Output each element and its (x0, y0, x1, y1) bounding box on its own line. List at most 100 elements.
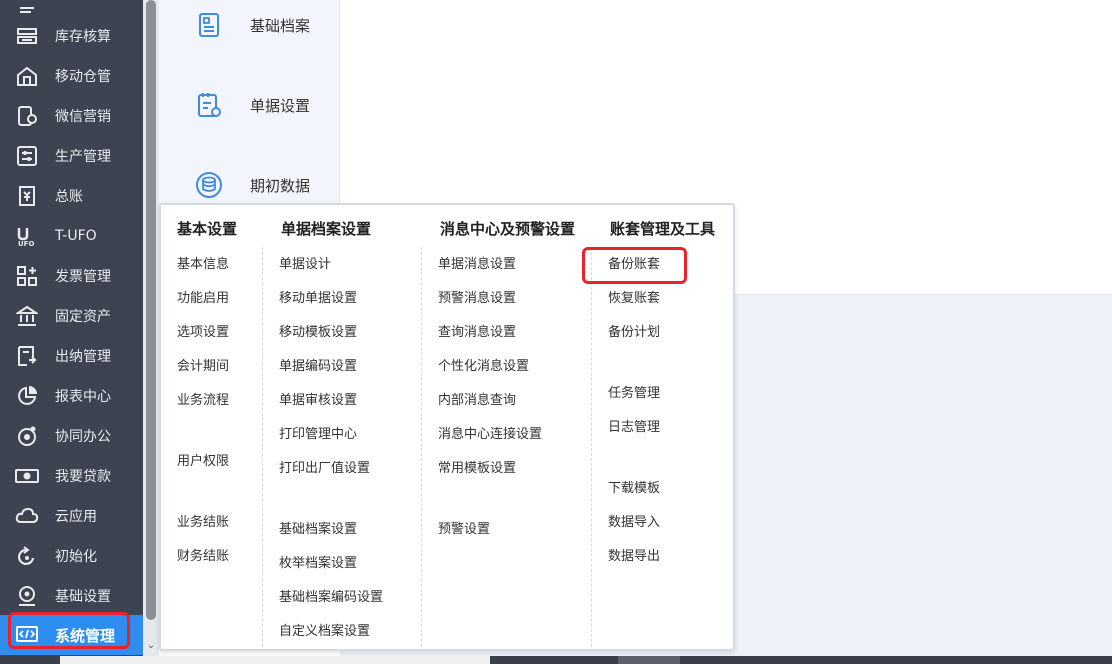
menu-item[interactable]: 打印出厂值设置 (279, 457, 370, 476)
wechat-marketing-icon (15, 104, 39, 128)
menu-item[interactable]: 功能启用 (177, 287, 229, 306)
sidebar: 库存核算 移动仓管 微信营销 生产管理 总账 UFO T-UFO 发票管理 固定… (0, 0, 143, 656)
document-icon (195, 11, 223, 39)
panel-item-opening-data[interactable]: 期初数据 (159, 165, 340, 205)
sidebar-item-label: 报表中心 (55, 389, 111, 405)
menu-item[interactable]: 自定义档案设置 (279, 620, 370, 639)
menu-item[interactable]: 内部消息查询 (438, 389, 516, 408)
panel-item-form-settings[interactable]: 单据设置 (159, 85, 340, 125)
sidebar-item-label: 基础设置 (55, 589, 111, 605)
panel-item-label: 基础档案 (250, 16, 311, 35)
menu-item[interactable]: 基础档案编码设置 (279, 586, 383, 605)
menu-item[interactable]: 任务管理 (608, 382, 660, 401)
svg-text:UFO: UFO (18, 240, 34, 247)
app-root: 库存核算 移动仓管 微信营销 生产管理 总账 UFO T-UFO 发票管理 固定… (0, 0, 1112, 664)
sidebar-item-label: 初始化 (55, 549, 97, 565)
pie-chart-icon (15, 384, 39, 408)
menu-item[interactable]: 备份计划 (608, 321, 660, 340)
sidebar-item-basic-settings[interactable]: 基础设置 (0, 576, 143, 616)
refresh-icon (15, 544, 39, 568)
sidebar-item-mobile-warehouse[interactable]: 移动仓管 (0, 56, 143, 96)
sidebar-item-wechat[interactable]: 微信营销 (0, 96, 143, 136)
panel-item-label: 期初数据 (250, 176, 311, 195)
column-divider (591, 247, 592, 647)
cashier-icon (15, 344, 39, 368)
menu-item[interactable]: 单据消息设置 (438, 253, 516, 272)
ufo-icon: UFO (15, 224, 39, 248)
menu-item[interactable]: 基础档案设置 (279, 518, 357, 537)
menu-item[interactable]: 预警消息设置 (438, 287, 516, 306)
bottom-bar-segment (618, 656, 680, 664)
sidebar-item-invoice[interactable]: 发票管理 (0, 256, 143, 296)
menu-item[interactable]: 查询消息设置 (438, 321, 516, 340)
sidebar-item-fixed-assets[interactable]: 固定资产 (0, 296, 143, 336)
sidebar-item-inventory[interactable]: 库存核算 (0, 16, 143, 56)
invoice-icon (15, 264, 39, 288)
sidebar-item-ledger[interactable]: 总账 (0, 176, 143, 216)
panel-item-basic-archive[interactable]: 基础档案 (159, 5, 340, 45)
sidebar-item-cashier[interactable]: 出纳管理 (0, 336, 143, 376)
inventory-icon (15, 24, 39, 48)
column-title: 单据档案设置 (281, 220, 372, 238)
menu-item[interactable]: 数据导入 (608, 511, 660, 530)
sidebar-item-t-ufo[interactable]: UFO T-UFO (0, 216, 143, 256)
menu-item[interactable]: 下载模板 (608, 477, 660, 496)
menu-item[interactable]: 单据设计 (279, 253, 331, 272)
form-settings-icon (195, 91, 223, 119)
cloud-icon (15, 504, 39, 528)
highlight-box-system-management (8, 612, 130, 649)
menu-item[interactable]: 恢复账套 (608, 287, 660, 306)
sidebar-item-label: 出纳管理 (55, 349, 111, 365)
column-divider (262, 247, 263, 647)
column-title: 基本设置 (177, 220, 238, 238)
sidebar-scroll-thumb[interactable] (146, 0, 156, 620)
column-title: 账套管理及工具 (610, 220, 716, 238)
menu-item[interactable]: 移动单据设置 (279, 287, 357, 306)
menu-column-document-archive: 单据档案设置 单据设计 移动单据设置 移动模板设置 单据编码设置 单据审核设置 … (279, 205, 421, 651)
menu-item[interactable]: 用户权限 (177, 450, 229, 469)
menu-item[interactable]: 单据审核设置 (279, 389, 357, 408)
collaboration-icon (15, 424, 39, 448)
menu-item[interactable]: 业务流程 (177, 389, 229, 408)
scroll-down-arrow-icon[interactable]: ⌄ (146, 640, 156, 652)
menu-item[interactable]: 财务结账 (177, 545, 229, 564)
menu-item[interactable]: 个性化消息设置 (438, 355, 529, 374)
menu-item[interactable]: 数据导出 (608, 545, 660, 564)
sidebar-item-label: 生产管理 (55, 149, 111, 165)
sidebar-item-reports[interactable]: 报表中心 (0, 376, 143, 416)
menu-item[interactable]: 选项设置 (177, 321, 229, 340)
highlight-box-backup-account (582, 247, 687, 284)
menu-item[interactable]: 基本信息 (177, 253, 229, 272)
menu-item[interactable]: 单据编码设置 (279, 355, 357, 374)
menu-item[interactable]: 枚举档案设置 (279, 552, 357, 571)
menu-item[interactable]: 打印管理中心 (279, 423, 357, 442)
sidebar-item-loan[interactable]: 我要贷款 (0, 456, 143, 496)
sidebar-item-label: 云应用 (55, 509, 97, 525)
settings-icon (15, 584, 39, 608)
sidebar-item-cloud[interactable]: 云应用 (0, 496, 143, 536)
menu-item[interactable]: 移动模板设置 (279, 321, 357, 340)
mobile-warehouse-icon (15, 64, 39, 88)
sidebar-item-label: T-UFO (55, 228, 97, 244)
sidebar-item-production[interactable]: 生产管理 (0, 136, 143, 176)
menu-item[interactable]: 会计期间 (177, 355, 229, 374)
menu-item[interactable]: 常用模板设置 (438, 457, 516, 476)
bottom-bar (0, 656, 1112, 664)
sidebar-item-label: 总账 (55, 189, 83, 205)
menu-item[interactable]: 预警设置 (438, 518, 490, 537)
menu-item[interactable]: 业务结账 (177, 511, 229, 530)
menu-column-basic-settings: 基本设置 基本信息 功能启用 选项设置 会计期间 业务流程 用户权限 业务结账 … (177, 205, 262, 651)
production-icon (15, 144, 39, 168)
menu-item[interactable]: 日志管理 (608, 416, 660, 435)
sidebar-item-label: 固定资产 (55, 309, 111, 325)
sidebar-item-label: 发票管理 (55, 269, 111, 285)
database-icon (195, 171, 223, 199)
sidebar-item-label: 协同办公 (55, 429, 111, 445)
sidebar-item-label: 移动仓管 (55, 69, 111, 85)
sidebar-item-initialize[interactable]: 初始化 (0, 536, 143, 576)
menu-item[interactable]: 消息中心连接设置 (438, 423, 542, 442)
sidebar-item-collaboration[interactable]: 协同办公 (0, 416, 143, 456)
menu-column-message-center: 消息中心及预警设置 单据消息设置 预警消息设置 查询消息设置 个性化消息设置 内… (438, 205, 591, 651)
upper-panel: 基础档案 单据设置 期初数据 (159, 0, 340, 215)
sidebar-item-label: 微信营销 (55, 109, 111, 125)
